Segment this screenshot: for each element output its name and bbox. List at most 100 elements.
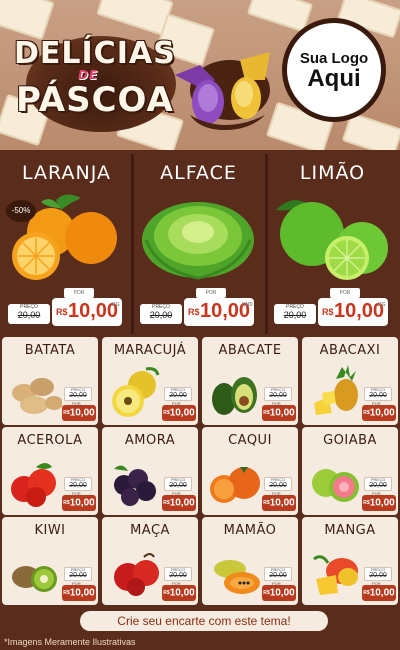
mamao-image: [206, 543, 262, 599]
current-price: R$10,00: [162, 495, 196, 511]
product-card-kiwi: KIWI PREÇO 20,00 POR R$10,00: [2, 517, 98, 605]
previous-price-value: 20,00: [17, 310, 41, 320]
product-name: MAMÃO: [223, 523, 277, 538]
product-card-abacate: ABACATE PREÇO 20,00 POR R$10,00: [202, 337, 298, 425]
product-name: KIWI: [34, 523, 66, 538]
price-value: 10,00: [269, 407, 295, 419]
product-card-batata: BATATA PREÇO 20,00 POR R$10,00: [2, 337, 98, 425]
previous-price: PREÇO 20,00: [64, 567, 92, 581]
kiwi-image: [6, 543, 62, 599]
price-value: 10,00: [334, 300, 385, 322]
unit: KG: [378, 302, 386, 308]
previous-price-value: 20,00: [369, 392, 387, 399]
previous-price: PREÇO 20,00: [164, 387, 192, 401]
current-price: R$10,00: [262, 495, 296, 511]
current-price: R$10,00: [262, 405, 296, 421]
product-name: LARANJA: [22, 162, 111, 184]
product-card-manga: MANGA PREÇO 20,00 POR R$10,00: [302, 517, 398, 605]
previous-price: PREÇO 20,00: [140, 304, 182, 324]
previous-price-value: 20,00: [269, 392, 287, 399]
por-label: POR: [330, 288, 360, 298]
product-card-amora: AMORA PREÇO 20,00 POR R$10,00: [102, 427, 198, 515]
price-value: 10,00: [169, 407, 195, 419]
discount-badge: -50%: [6, 200, 36, 222]
product-name: ABACAXI: [319, 343, 381, 358]
easter-eggs-image: [170, 40, 280, 135]
goiaba-image: [306, 453, 362, 509]
featured-card-alface: ALFACE POR PREÇO 20,00 R$ 10,00 UND: [134, 154, 263, 334]
current-price: R$10,00: [362, 495, 396, 511]
current-price: R$10,00: [262, 585, 296, 601]
previous-price: PREÇO 20,00: [264, 387, 292, 401]
featured-card-limao: LIMÃO POR PREÇO 20,00 R$ 10,00 KG: [268, 154, 397, 334]
price-tag: POR PREÇO 20,00 R$ 10,00 KG: [8, 288, 125, 328]
previous-price-value: 20,00: [169, 392, 187, 399]
current-price: R$10,00: [62, 405, 96, 421]
currency: R$: [188, 307, 200, 317]
logo-text-line-2: Aqui: [307, 64, 361, 92]
acerola-image: [6, 453, 62, 509]
price-value: 10,00: [69, 497, 95, 509]
previous-price: PREÇO 20,00: [64, 387, 92, 401]
title-logo: DELÍCIAS DE PÁSCOA: [6, 18, 176, 132]
unit: KG: [112, 302, 120, 308]
previous-price: PREÇO 20,00: [8, 304, 50, 324]
product-name: GOIABA: [323, 433, 377, 448]
product-card-acerola: ACEROLA PREÇO 20,00 POR R$10,00: [2, 427, 98, 515]
product-name: ABACATE: [218, 343, 282, 358]
previous-price: PREÇO 20,00: [64, 477, 92, 491]
price-value: 10,00: [169, 587, 195, 599]
previous-price-value: 20,00: [283, 310, 307, 320]
abacate-image: [206, 363, 262, 419]
price-value: 10,00: [68, 300, 119, 322]
previous-price-value: 20,00: [69, 392, 87, 399]
price-value: 10,00: [69, 587, 95, 599]
previous-price-value: 20,00: [169, 482, 187, 489]
previous-price: PREÇO 20,00: [264, 567, 292, 581]
footer-banner: Crie seu encarte com este tema!: [80, 611, 328, 631]
product-name: MANGA: [324, 523, 376, 538]
current-price: R$ 10,00 KG: [52, 298, 122, 326]
logo-text-line-1: Sua Logo: [299, 49, 369, 67]
product-card-abacaxi: ABACAXI PREÇO 20,00 POR R$10,00: [302, 337, 398, 425]
current-price: R$10,00: [362, 405, 396, 421]
product-card-goiaba: GOIABA PREÇO 20,00 POR R$10,00: [302, 427, 398, 515]
previous-price-value: 20,00: [169, 572, 187, 579]
price-value: 10,00: [169, 497, 195, 509]
logo-placeholder: Sua Logo Aqui: [282, 18, 386, 122]
current-price: R$10,00: [62, 495, 96, 511]
maca-image: [106, 543, 162, 599]
price-value: 10,00: [369, 587, 395, 599]
product-grid: BATATA PREÇO 20,00 POR R$10,00 MARACUJÁ PREÇO 2…: [2, 337, 398, 609]
previous-price-value: 20,00: [69, 572, 87, 579]
price-tag: POR PREÇO 20,00 R$ 10,00 KG: [274, 288, 391, 328]
featured-card-laranja: LARANJA -50% POR PREÇO 20,00 R$ 10,00 KG: [2, 154, 131, 334]
product-name: ACEROLA: [17, 433, 83, 448]
maracuja-image: [106, 363, 162, 419]
product-name: ALFACE: [160, 162, 237, 184]
currency: R$: [56, 307, 68, 317]
previous-price-value: 20,00: [269, 482, 287, 489]
previous-price: PREÇO 20,00: [364, 387, 392, 401]
product-card-mamao: MAMÃO PREÇO 20,00 POR R$10,00: [202, 517, 298, 605]
amora-image: [106, 453, 162, 509]
price-value: 10,00: [369, 407, 395, 419]
disclaimer: *Imagens Meramente Ilustrativas: [4, 637, 136, 647]
product-card-maracuja: MARACUJÁ PREÇO 20,00 POR R$10,00: [102, 337, 198, 425]
product-card-maca: MAÇA PREÇO 20,00 POR R$10,00: [102, 517, 198, 605]
por-label: POR: [64, 288, 94, 298]
product-name: BATATA: [24, 343, 76, 358]
previous-price-value: 20,00: [369, 572, 387, 579]
title-line-3: PÁSCOA: [16, 80, 174, 120]
caqui-image: [206, 453, 262, 509]
previous-price: PREÇO 20,00: [364, 567, 392, 581]
previous-price: PREÇO 20,00: [164, 567, 192, 581]
price-value: 10,00: [269, 497, 295, 509]
batata-image: [6, 363, 63, 419]
product-card-caqui: CAQUI PREÇO 20,00 POR R$10,00: [202, 427, 298, 515]
current-price: R$10,00: [62, 585, 96, 601]
previous-price-value: 20,00: [269, 572, 287, 579]
previous-price: PREÇO 20,00: [164, 477, 192, 491]
flyer: DELÍCIAS DE PÁSCOA Sua Logo Aqui LARANJA…: [0, 0, 400, 650]
product-name: LIMÃO: [299, 162, 366, 184]
